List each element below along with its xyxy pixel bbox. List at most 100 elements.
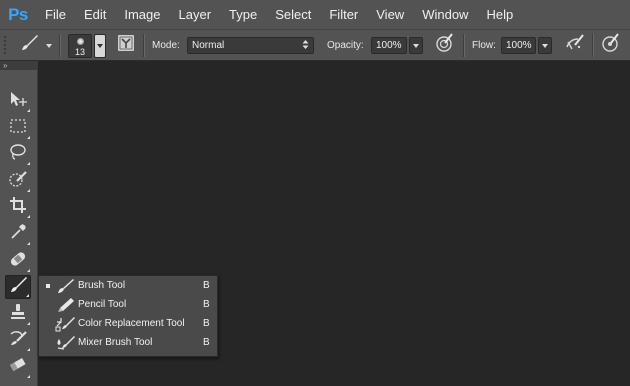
stamp-icon — [9, 303, 27, 326]
pencil-icon — [55, 297, 75, 313]
marquee-icon — [9, 118, 27, 139]
tool-group-indicator — [27, 189, 30, 192]
history-brush-tool[interactable] — [5, 328, 31, 352]
brush-tool-flyout-menu: Brush Tool B Pencil Tool B Color Replace… — [38, 275, 218, 357]
brush-preset-picker[interactable]: 13 — [68, 30, 106, 61]
mode-select[interactable]: Normal — [187, 37, 314, 54]
history-brush-icon — [8, 329, 28, 352]
separator — [592, 34, 594, 57]
tool-group-indicator — [27, 109, 30, 112]
flow-label: Flow: — [472, 40, 496, 51]
menu-type[interactable]: Type — [220, 0, 266, 29]
mode-select-wrap: Normal — [187, 30, 314, 61]
color-replacement-icon — [55, 316, 75, 332]
flyout-item-shortcut: B — [203, 299, 210, 310]
crop-icon — [9, 196, 27, 219]
options-grip[interactable] — [4, 30, 8, 61]
eraser-icon — [8, 357, 28, 378]
brush-tool[interactable] — [5, 275, 31, 299]
flyout-item-label: Pencil Tool — [78, 299, 127, 310]
tools-panel: » — [0, 61, 38, 386]
flow-control: 100% — [501, 30, 552, 61]
airbrush-icon — [564, 33, 586, 58]
flyout-item-label: Color Replacement Tool — [78, 318, 185, 329]
tool-group-indicator — [27, 215, 30, 218]
preset-dropdown-arrow-icon — [46, 43, 52, 48]
eyedropper-tool[interactable] — [5, 222, 31, 246]
panel-collapse-button[interactable]: » — [0, 61, 37, 70]
brush-tip-icon — [77, 37, 84, 45]
tablet-pressure-size-icon — [601, 33, 621, 58]
brush-icon — [8, 276, 28, 299]
move-tool[interactable] — [5, 89, 31, 113]
brush-panel-icon — [117, 34, 135, 57]
tool-group-indicator — [27, 348, 30, 351]
menu-layer[interactable]: Layer — [170, 0, 221, 29]
clone-stamp-tool[interactable] — [5, 302, 31, 326]
mode-value: Normal — [192, 40, 225, 51]
tool-group-indicator — [27, 375, 30, 378]
brush-size: 13 — [74, 46, 85, 57]
flow-group: Flow: — [472, 30, 496, 61]
brush-preset-dropdown-button[interactable] — [94, 33, 106, 58]
healing-brush-tool[interactable] — [5, 249, 31, 273]
tool-group-indicator — [26, 294, 29, 297]
menu-select[interactable]: Select — [266, 0, 320, 29]
flyout-item-shortcut: B — [203, 337, 210, 348]
brush-preview: 13 — [68, 33, 92, 58]
opacity-slider-button[interactable] — [409, 37, 423, 54]
opacity-input[interactable]: 100% — [371, 37, 407, 54]
opacity-control: 100% — [371, 30, 423, 61]
lasso-tool[interactable] — [5, 142, 31, 166]
eraser-tool[interactable] — [5, 355, 31, 379]
flyout-item-color-replacement-tool[interactable]: Color Replacement Tool B — [39, 314, 217, 333]
flyout-item-label: Mixer Brush Tool — [78, 337, 153, 348]
menu-file[interactable]: File — [36, 0, 75, 29]
menu-image[interactable]: Image — [115, 0, 169, 29]
quick-selection-tool[interactable] — [5, 169, 31, 193]
mixer-brush-icon — [55, 335, 75, 351]
separator — [143, 34, 145, 57]
updown-arrows-icon — [302, 39, 309, 53]
brush-icon — [18, 33, 40, 58]
options-bar: 13 Mode: Normal Opacity: 100% Flow: 100% — [0, 29, 630, 61]
flyout-item-shortcut: B — [203, 318, 210, 329]
menu-edit[interactable]: Edit — [75, 0, 115, 29]
pressure-opacity-toggle[interactable] — [435, 30, 455, 61]
crop-tool[interactable] — [5, 195, 31, 219]
menu-filter[interactable]: Filter — [320, 0, 367, 29]
move-icon — [8, 90, 28, 113]
tool-group-indicator — [27, 162, 30, 165]
brush-panel-toggle[interactable] — [117, 30, 135, 61]
tool-group-indicator — [27, 136, 30, 139]
tool-preset-picker[interactable] — [18, 30, 52, 61]
tool-group-indicator — [27, 242, 30, 245]
opacity-group: Opacity: — [327, 30, 364, 61]
flyout-item-pencil-tool[interactable]: Pencil Tool B — [39, 295, 217, 314]
selected-indicator — [46, 283, 50, 288]
brush-icon — [55, 278, 75, 294]
menu-view[interactable]: View — [367, 0, 413, 29]
menu-window[interactable]: Window — [413, 0, 477, 29]
flow-input[interactable]: 100% — [501, 37, 536, 54]
menu-bar: Ps File Edit Image Layer Type Select Fil… — [0, 0, 630, 29]
flyout-item-label: Brush Tool — [78, 280, 126, 291]
flyout-item-brush-tool[interactable]: Brush Tool B — [39, 276, 217, 295]
menu-help[interactable]: Help — [477, 0, 522, 29]
opacity-label: Opacity: — [327, 40, 364, 51]
flow-slider-button[interactable] — [538, 37, 552, 54]
separator — [59, 34, 61, 57]
marquee-tool[interactable] — [5, 116, 31, 140]
tool-group-indicator — [27, 322, 30, 325]
quick-selection-icon — [8, 170, 28, 193]
flyout-item-shortcut: B — [203, 280, 210, 291]
airbrush-toggle[interactable] — [564, 30, 586, 61]
lasso-icon — [9, 143, 27, 166]
bandage-icon — [8, 250, 28, 273]
separator — [463, 34, 465, 57]
flyout-item-mixer-brush-tool[interactable]: Mixer Brush Tool B — [39, 333, 217, 352]
mode-label: Mode: — [152, 40, 180, 51]
pressure-size-toggle[interactable] — [601, 30, 621, 61]
tool-group-indicator — [27, 269, 30, 272]
eyedropper-icon — [9, 223, 27, 246]
